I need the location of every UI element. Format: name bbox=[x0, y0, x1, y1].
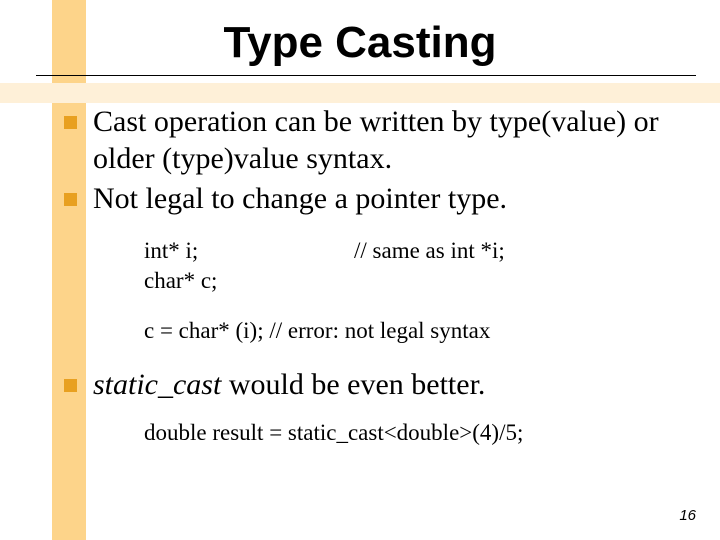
code-line: c = char* (i); // error: not legal synta… bbox=[144, 316, 684, 346]
bullet-text: Cast operation can be written by type(va… bbox=[93, 104, 684, 177]
title-underline bbox=[36, 75, 696, 76]
bullet-square-icon bbox=[64, 379, 77, 392]
bullet-square-icon bbox=[64, 116, 77, 129]
bullet-item: Not legal to change a pointer type. bbox=[64, 181, 684, 218]
bullet-text: Not legal to change a pointer type. bbox=[93, 181, 507, 218]
slide-title: Type Casting bbox=[0, 18, 720, 68]
page-number: 16 bbox=[679, 507, 696, 524]
code-example-2: double result = static_cast<double>(4)/5… bbox=[144, 418, 684, 448]
bullet-item: static_cast would be even better. bbox=[64, 367, 684, 404]
slide-body: Cast operation can be written by type(va… bbox=[64, 104, 684, 448]
code-line: char* c; bbox=[144, 266, 684, 296]
bullet-square-icon bbox=[64, 193, 77, 206]
bullet-text: static_cast would be even better. bbox=[93, 367, 485, 404]
code-line: int* i; bbox=[144, 236, 354, 266]
decor-horizontal-bar bbox=[0, 83, 720, 103]
keyword-static-cast: static_cast bbox=[93, 368, 221, 401]
bullet-item: Cast operation can be written by type(va… bbox=[64, 104, 684, 177]
code-comment: // same as int *i; bbox=[354, 236, 505, 266]
code-line: double result = static_cast<double>(4)/5… bbox=[144, 418, 684, 448]
code-example-1: int* i; // same as int *i; char* c; c = … bbox=[144, 236, 684, 346]
bullet-text-tail: would be even better. bbox=[221, 368, 485, 401]
